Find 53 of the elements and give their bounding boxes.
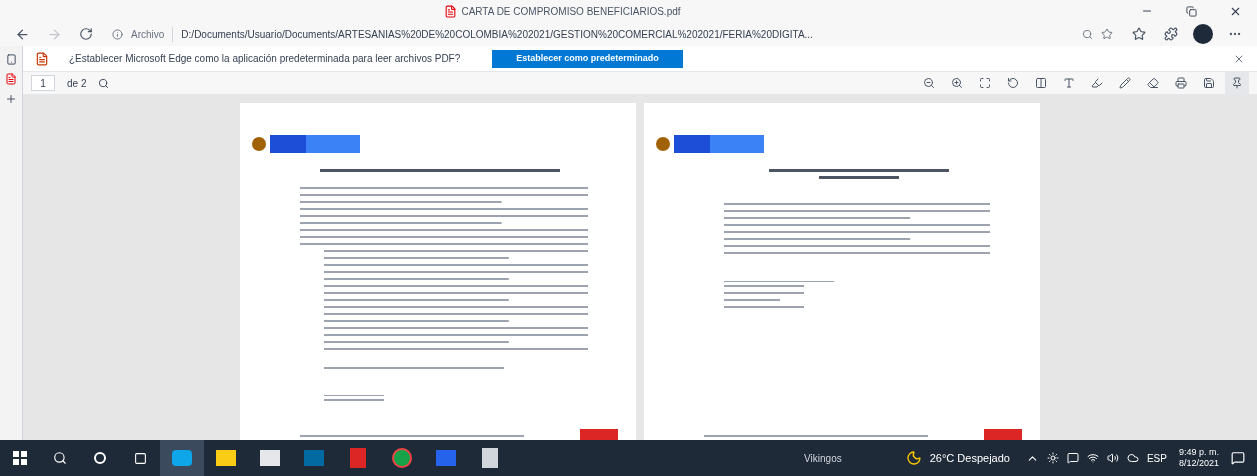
save-icon bbox=[1203, 77, 1215, 89]
search-icon[interactable] bbox=[98, 77, 110, 89]
task-view-icon bbox=[133, 451, 147, 465]
clock-date[interactable]: 8/12/2021 bbox=[1178, 458, 1219, 470]
pdf-tab-button[interactable] bbox=[5, 73, 17, 85]
url-text: D:/Documents/Usuario/Documents/ARTESANIAS%20DE%20COLOMBIA%202021/GESTION%20COMERCIAL%202021/FERIA%20DIGITA... bbox=[181, 27, 813, 42]
pin-button[interactable] bbox=[1225, 71, 1249, 95]
url-scheme: Archivo bbox=[131, 26, 174, 42]
zoom-icon bbox=[1082, 28, 1093, 40]
draw-icon bbox=[1119, 77, 1131, 89]
eraser-icon bbox=[1147, 77, 1159, 89]
set-default-button[interactable]: Establecer como predeterminado bbox=[492, 49, 683, 68]
clock-time[interactable]: 9:49 p. m. bbox=[1178, 446, 1219, 458]
info-icon bbox=[112, 28, 123, 40]
new-tab-button[interactable] bbox=[5, 93, 17, 105]
language-indicator[interactable]: ESP bbox=[1146, 450, 1167, 466]
tab-actions-button[interactable] bbox=[5, 54, 17, 65]
window-title: CARTA DE COMPROMISO BENEFICIARIOS.pdf bbox=[461, 4, 681, 19]
fit-page-icon bbox=[979, 77, 991, 89]
pdf-file-icon bbox=[35, 51, 49, 66]
restore-icon bbox=[1185, 5, 1197, 17]
weather-text[interactable]: 26°C Despejado bbox=[929, 449, 1010, 467]
back-icon bbox=[14, 26, 30, 42]
profile-avatar[interactable] bbox=[1193, 24, 1213, 44]
cloud-icon[interactable] bbox=[1126, 452, 1139, 464]
extensions-icon bbox=[1164, 27, 1178, 41]
favorite-icon bbox=[1101, 28, 1113, 40]
favorites-icon bbox=[1132, 27, 1146, 41]
windows-logo-icon bbox=[13, 451, 27, 465]
zoom-out-icon bbox=[923, 77, 935, 89]
pdf-file-icon bbox=[444, 4, 458, 18]
search-icon bbox=[53, 451, 67, 465]
taskbar-news-text[interactable]: Vikingos bbox=[804, 450, 842, 466]
tab-actions-icon bbox=[5, 54, 17, 65]
pin-icon bbox=[1231, 77, 1243, 89]
weather-moon-icon bbox=[905, 450, 922, 466]
forward-icon bbox=[46, 26, 62, 42]
highlight-icon bbox=[1091, 77, 1103, 89]
new-tab-icon bbox=[5, 93, 17, 105]
pdf-tab-icon bbox=[5, 73, 17, 85]
page-view-icon bbox=[1035, 77, 1047, 89]
refresh-icon bbox=[79, 27, 93, 41]
page-number-field[interactable]: 1 bbox=[31, 75, 55, 91]
network-icon[interactable] bbox=[1086, 452, 1099, 464]
tray-message-icon[interactable] bbox=[1066, 452, 1079, 464]
page-count: de 2 bbox=[67, 76, 87, 91]
banner-message: ¿Establecer Microsoft Edge como la aplicación predeterminada para leer archivos PDF? bbox=[69, 52, 461, 66]
text-icon bbox=[1063, 77, 1075, 89]
rotate-icon bbox=[1007, 77, 1019, 89]
notifications-icon[interactable] bbox=[1231, 451, 1245, 465]
zoom-in-icon bbox=[951, 77, 963, 89]
print-icon bbox=[1175, 77, 1187, 89]
volume-icon[interactable] bbox=[1106, 452, 1119, 464]
